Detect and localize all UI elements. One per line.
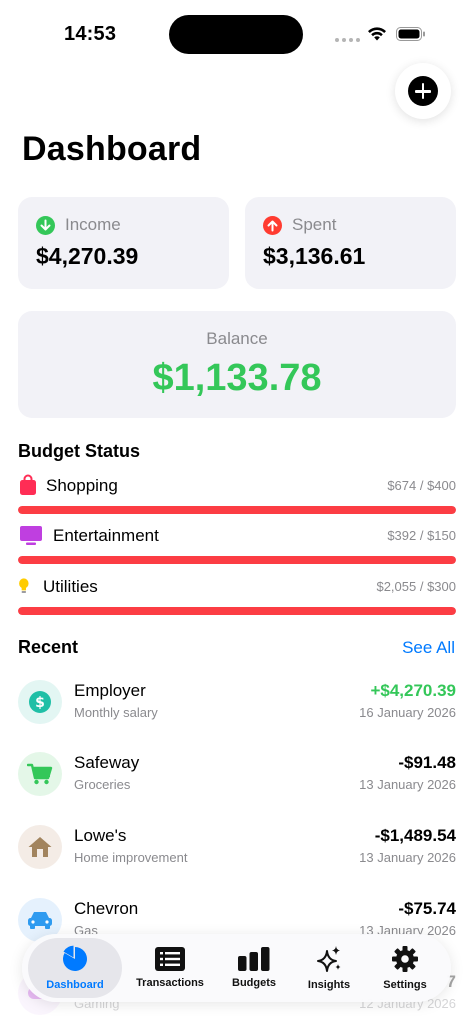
add-transaction-button[interactable] [395,63,451,119]
tab-label: Insights [307,979,351,991]
budget-amount: $674 / $400 [387,478,456,493]
see-all-link[interactable]: See All [402,638,455,658]
status-bar: 14:53 [0,0,473,66]
list-icon [155,947,185,971]
transaction-name: Lowe's [74,826,127,845]
budget-amount: $392 / $150 [387,528,456,543]
dollar-icon: $ [18,680,62,724]
transaction-date: 13 January 2026 [359,850,456,865]
balance-value: $1,133.78 [152,357,322,399]
budget-amount: $2,055 / $300 [376,579,456,594]
transaction-amount: -$75.74 [398,899,456,918]
transaction-name: Employer [74,681,146,700]
budget-progress-fill [18,607,456,615]
tab-label: Transactions [136,977,204,989]
tab-bar: Dashboard Transactions Budgets Insights [22,934,451,1002]
page-title: Dashboard [22,130,202,168]
spent-value: $3,136.61 [263,243,366,269]
status-time: 14:53 [64,23,117,45]
balance-card: Balance $1,133.78 [18,311,456,418]
budget-status-title: Budget Status [18,441,141,461]
plus-icon [408,76,438,106]
budget-row-shopping[interactable]: Shopping $674 / $400 [18,474,456,514]
tv-icon [20,526,42,545]
spent-card: Spent $3,136.61 [245,197,456,289]
balance-label: Balance [206,329,268,348]
transaction-row[interactable]: $ Employer Monthly salary +$4,270.39 16 … [18,680,456,730]
transaction-amount: -$91.48 [398,753,456,772]
budget-progress-fill [18,556,456,564]
signal-icon [335,38,360,42]
pie-chart-icon [62,945,87,971]
income-label: Income [65,215,121,234]
budget-progress-bar [18,506,456,514]
svg-text:$: $ [35,695,45,711]
dynamic-island [169,15,303,54]
transaction-row[interactable]: Safeway Groceries -$91.48 13 January 202… [18,752,456,802]
spent-label: Spent [292,215,337,234]
transaction-name: Safeway [74,753,140,772]
budget-row-entertainment[interactable]: Entertainment $392 / $150 [18,524,456,564]
tab-label: Dashboard [46,979,104,991]
budget-row-utilities[interactable]: Utilities $2,055 / $300 [18,575,456,615]
arrow-down-icon [36,215,55,235]
lightbulb-icon [19,578,29,593]
budget-name: Utilities [43,577,98,596]
transaction-amount: +$4,270.39 [370,681,456,700]
transaction-row[interactable]: Lowe's Home improvement -$1,489.54 13 Ja… [18,825,456,875]
tab-budgets[interactable]: Budgets [218,934,290,1002]
budget-progress-bar [18,607,456,615]
budget-progress-fill [18,506,456,514]
tab-insights[interactable]: Insights [296,934,362,1002]
income-value: $4,270.39 [36,243,139,269]
income-card: Income $4,270.39 [18,197,229,289]
recent-title: Recent [18,637,79,657]
bar-chart-icon [238,947,270,971]
tab-transactions[interactable]: Transactions [130,934,210,1002]
transaction-category: Groceries [74,777,131,792]
tab-label: Settings [383,979,427,991]
transaction-amount: -$1,489.54 [374,826,456,845]
budget-name: Shopping [46,476,118,495]
arrow-up-icon [263,215,282,235]
budget-progress-bar [18,556,456,564]
transaction-category: Monthly salary [74,705,158,720]
transaction-date: 13 January 2026 [359,777,456,792]
tab-label: Budgets [232,977,276,989]
transaction-date: 16 January 2026 [359,705,456,720]
wifi-icon [368,27,386,41]
tab-settings[interactable]: Settings [370,934,440,1002]
house-icon [18,825,62,869]
battery-icon [396,27,425,41]
transaction-name: Chevron [74,899,139,918]
transaction-category: Home improvement [74,850,188,865]
gear-icon [392,946,418,972]
budget-name: Entertainment [53,526,159,545]
shopping-bag-icon [20,474,36,495]
cart-icon [18,752,62,796]
sparkles-icon [317,946,341,972]
tab-dashboard[interactable]: Dashboard [28,938,122,998]
